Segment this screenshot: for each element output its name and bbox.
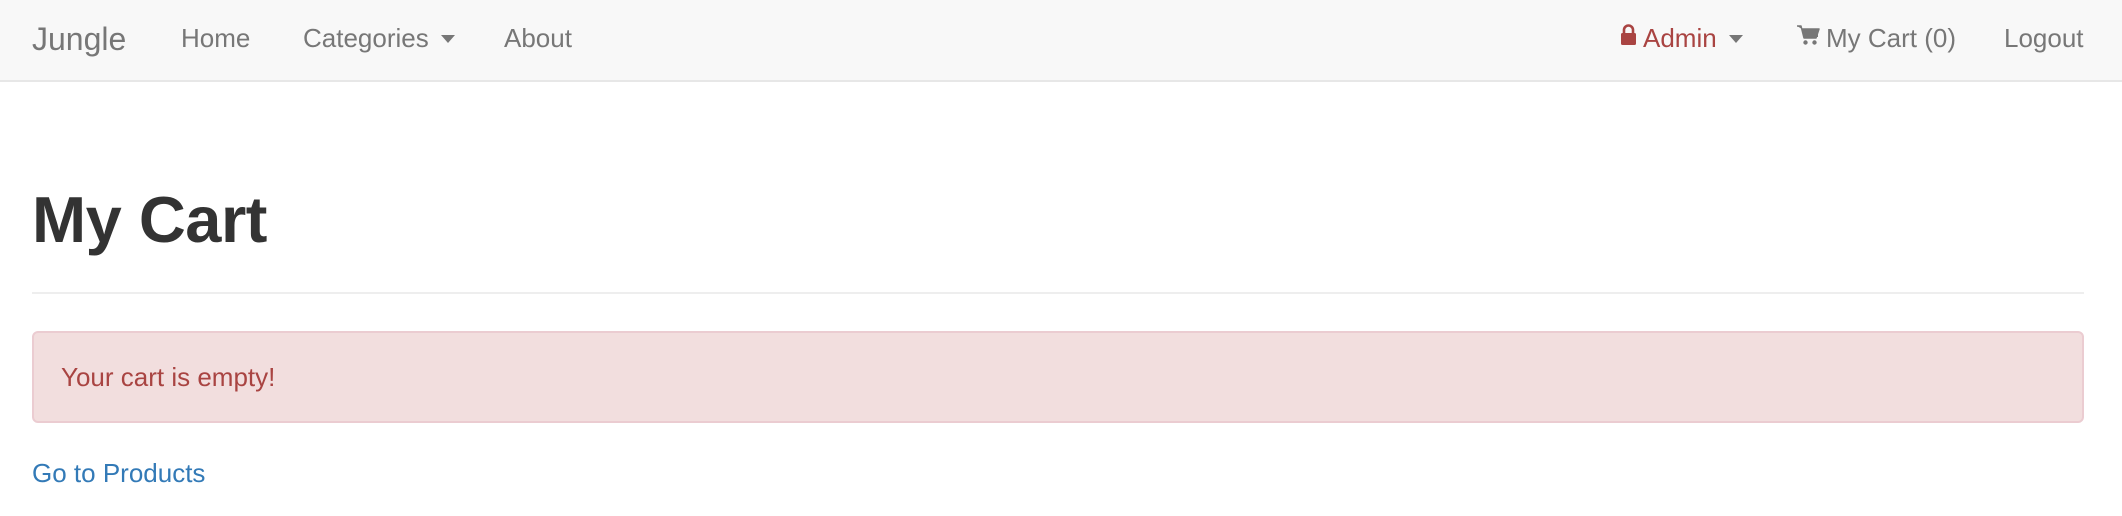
my-cart-label: My Cart (0) [1826,23,1956,53]
nav-home-label: Home [181,23,251,53]
brand-link[interactable]: Jungle [32,0,126,80]
admin-label: Admin [1643,23,1717,53]
nav-about[interactable]: About [504,0,572,80]
nav-home[interactable]: Home [181,0,250,80]
page-title: My Cart [32,183,267,256]
nav-categories-label: Categories [303,23,429,53]
title-divider [32,292,2084,294]
navbar: Jungle Home Categories About Admin My Ca… [0,0,2122,82]
shopping-cart-icon [1796,0,1820,75]
caret-down-icon [440,34,455,43]
logout-link[interactable]: Logout [2004,0,2084,80]
empty-cart-message: Your cart is empty! [61,362,276,392]
caret-down-icon [1728,34,1743,43]
nav-categories-dropdown[interactable]: Categories [303,0,455,80]
admin-dropdown[interactable]: Admin [1620,0,1743,80]
lock-icon [1620,0,1637,75]
nav-about-label: About [504,23,572,53]
logout-label: Logout [2004,23,2084,53]
empty-cart-alert: Your cart is empty! [32,331,2084,423]
go-to-products-link[interactable]: Go to Products [32,458,205,489]
my-cart-link[interactable]: My Cart (0) [1796,0,1956,80]
